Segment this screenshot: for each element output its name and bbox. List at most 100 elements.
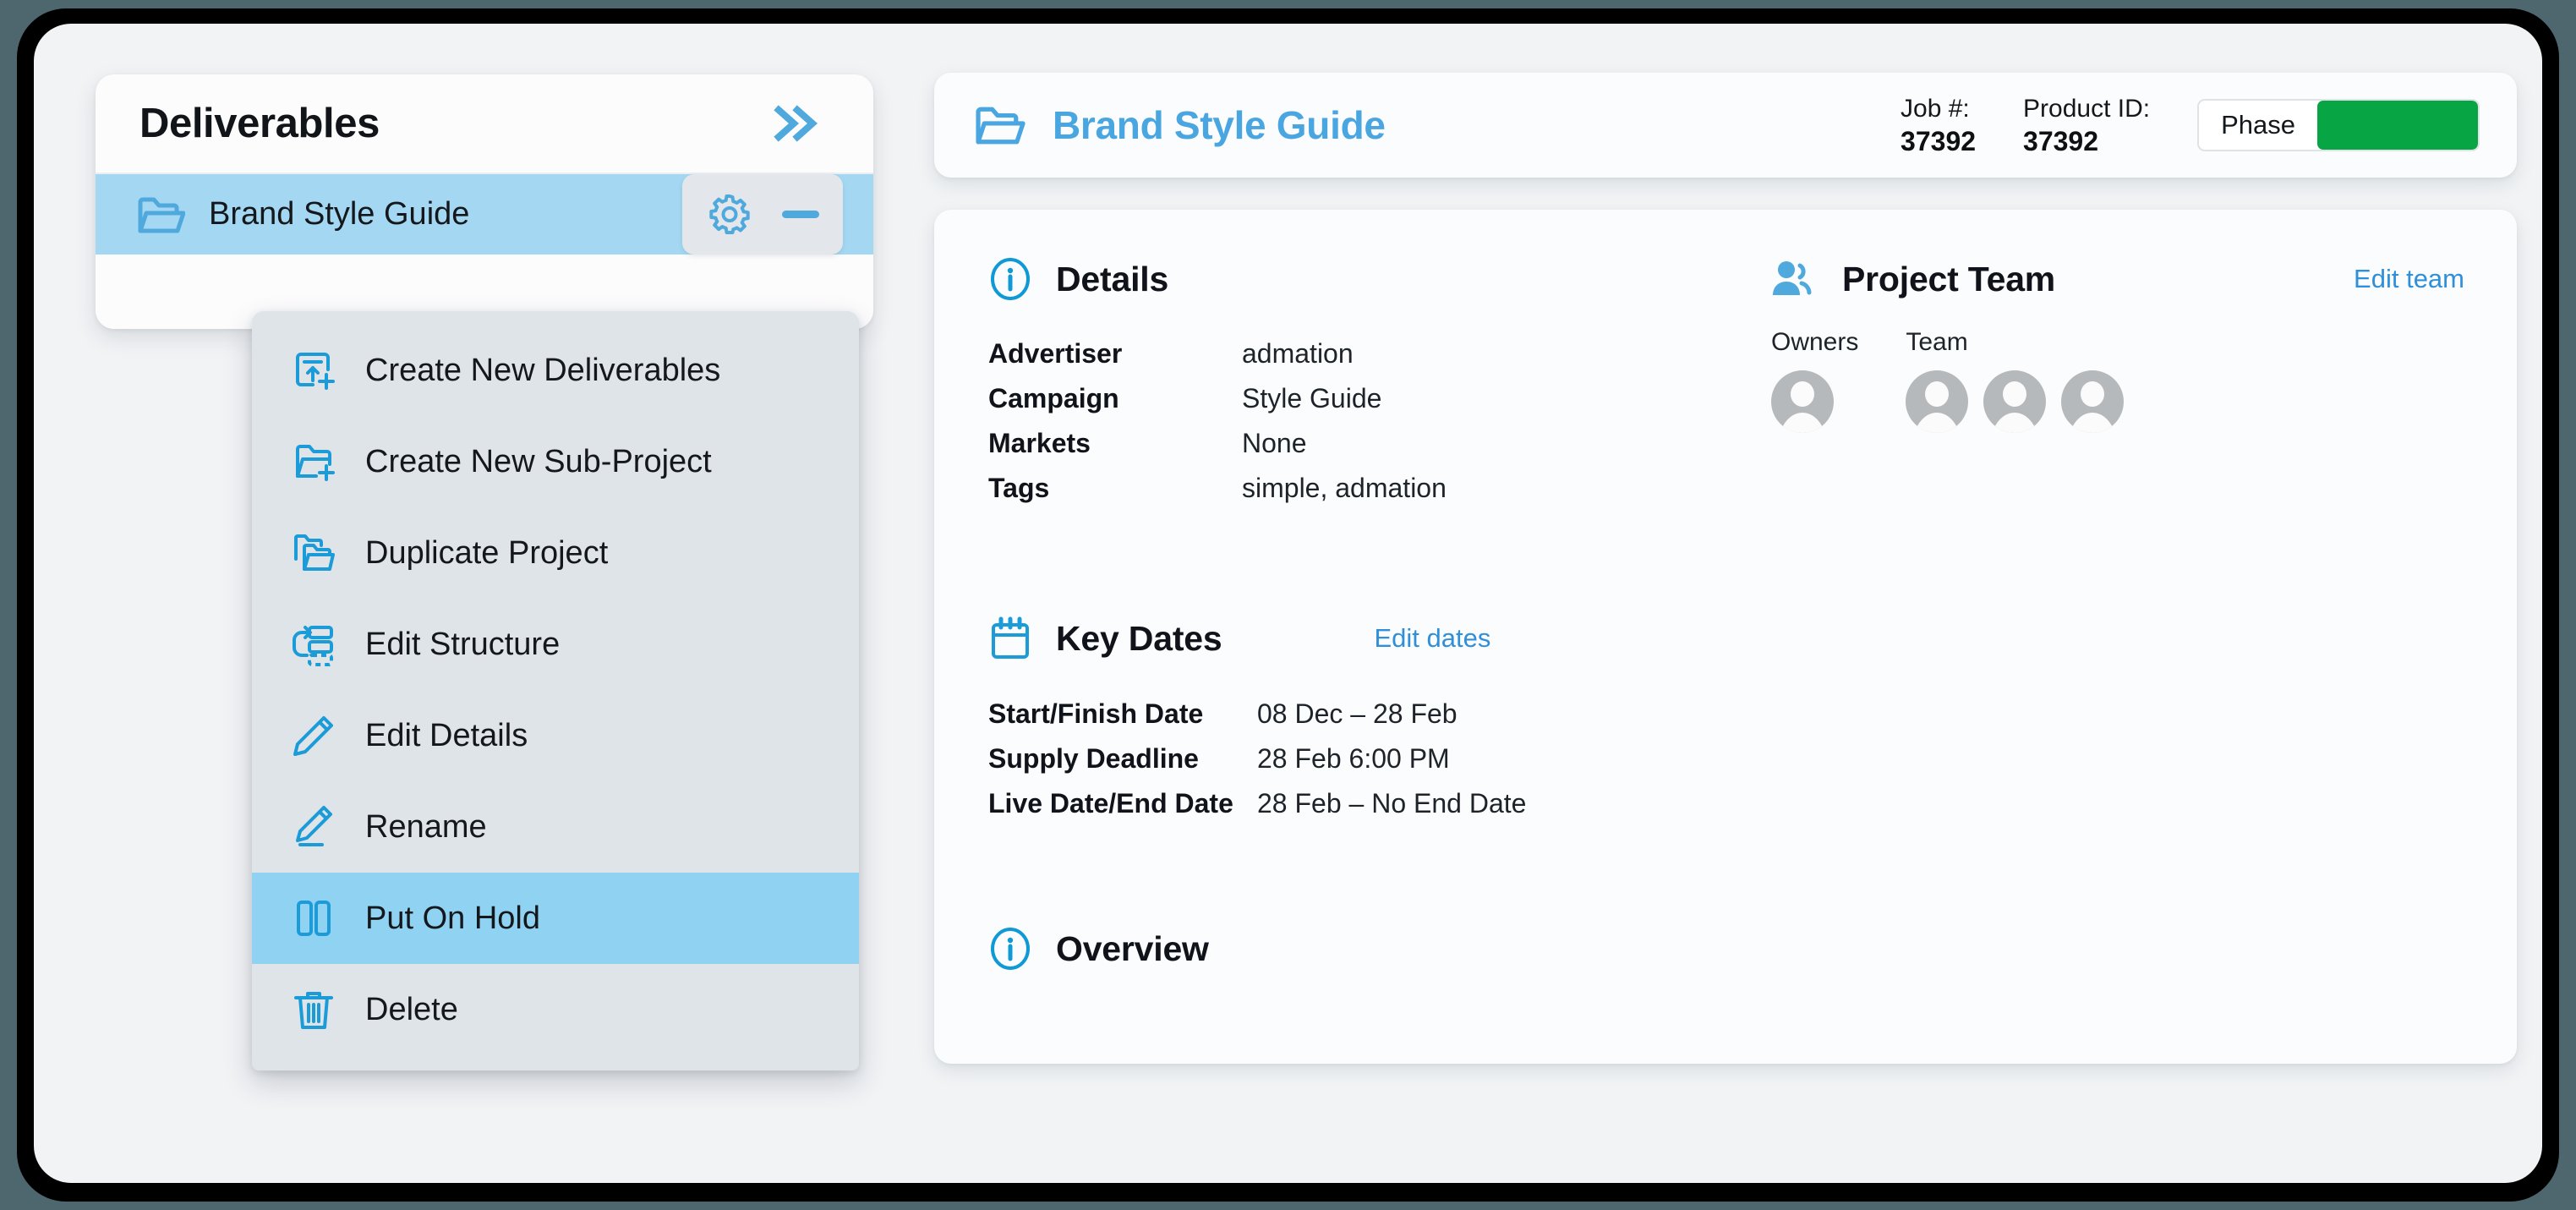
team-group: Team xyxy=(1906,328,2125,433)
page-title: Brand Style Guide xyxy=(1053,103,1386,147)
project-team-title: Project Team xyxy=(1842,259,2056,298)
details-table: Advertiser admation Campaign Style Guide… xyxy=(988,340,1732,501)
key-dates-section: Key Dates Edit dates Start/Finish Date 0… xyxy=(988,616,1749,835)
key-dates-title: Key Dates xyxy=(1056,618,1222,658)
edit-dates-link[interactable]: Edit dates xyxy=(1374,623,1490,654)
menu-item-label: Create New Sub-Project xyxy=(365,443,712,479)
key-dates-row: Live Date/End Date 28 Feb – No End Date xyxy=(988,790,1749,817)
avatar-groups: Owners Team xyxy=(1771,328,2464,433)
key-dates-row: Supply Deadline 28 Feb 6:00 PM xyxy=(988,745,1749,772)
pencil-icon xyxy=(291,713,343,758)
menu-item-label: Delete xyxy=(365,991,458,1027)
avatar[interactable] xyxy=(2061,370,2125,433)
folder-plus-icon xyxy=(291,439,343,485)
phase-label: Phase xyxy=(2221,110,2295,140)
key-dates-key: Start/Finish Date xyxy=(988,698,1204,729)
menu-item-label: Edit Structure xyxy=(365,626,561,662)
phase-status-badge[interactable]: Phase xyxy=(2197,99,2480,151)
menu-item-create-new-sub-project[interactable]: Create New Sub-Project xyxy=(252,416,859,507)
sidebar-item-brand-style-guide[interactable]: Brand Style Guide xyxy=(96,174,873,255)
details-key: Tags xyxy=(988,473,1050,503)
key-dates-key: Supply Deadline xyxy=(988,743,1199,774)
key-dates-row: Start/Finish Date 08 Dec – 28 Feb xyxy=(988,700,1749,727)
details-value: None xyxy=(1242,428,1307,458)
menu-item-delete[interactable]: Delete xyxy=(252,964,859,1055)
overview-section: Overview xyxy=(988,927,1732,971)
phase-progress-bar xyxy=(2317,101,2478,150)
open-folder-icon xyxy=(973,103,1025,147)
menu-item-rename[interactable]: Rename xyxy=(252,781,859,873)
menu-item-label: Edit Details xyxy=(365,717,528,753)
owners-avatars xyxy=(1771,370,1858,433)
team-avatars xyxy=(1906,370,2125,433)
product-id-label: Product ID: xyxy=(2023,94,2151,123)
owners-label: Owners xyxy=(1771,328,1859,356)
sidebar-item-actions xyxy=(682,174,843,255)
trash-icon xyxy=(291,987,343,1032)
details-row: Tags simple, admation xyxy=(988,474,1732,501)
menu-item-label: Put On Hold xyxy=(365,900,540,936)
upload-document-plus-icon xyxy=(291,348,343,393)
details-title: Details xyxy=(1056,259,1169,298)
details-key: Markets xyxy=(988,428,1091,458)
project-team-heading-left: Project Team xyxy=(1771,257,2055,301)
gear-icon[interactable] xyxy=(706,191,753,238)
open-folder-icon xyxy=(136,194,185,236)
job-number-block: Job #: 37392 xyxy=(1901,92,1976,159)
details-row: Advertiser admation xyxy=(988,340,1732,367)
info-circle-icon xyxy=(988,257,1032,301)
job-number-value: 37392 xyxy=(1901,126,1977,157)
people-icon xyxy=(1771,257,1819,301)
menu-item-edit-structure[interactable]: Edit Structure xyxy=(252,599,859,690)
team-label: Team xyxy=(1906,328,1968,356)
project-header-panel: Brand Style Guide Job #: 37392 Product I… xyxy=(934,73,2517,178)
avatar[interactable] xyxy=(1771,370,1834,433)
details-heading: Details xyxy=(988,257,1732,301)
details-section: Details Advertiser admation Campaign Sty… xyxy=(988,257,1732,519)
key-dates-table: Start/Finish Date 08 Dec – 28 Feb Supply… xyxy=(988,700,1749,817)
minus-icon[interactable] xyxy=(782,211,819,218)
details-row: Campaign Style Guide xyxy=(988,385,1732,412)
project-team-heading: Project Team Edit team xyxy=(1771,257,2464,301)
key-dates-heading: Key Dates Edit dates xyxy=(988,616,1749,661)
overview-heading: Overview xyxy=(988,927,1732,971)
menu-item-create-new-deliverables[interactable]: Create New Deliverables xyxy=(252,325,859,416)
details-value: admation xyxy=(1242,338,1354,369)
calendar-icon xyxy=(988,616,1032,661)
app-surface: Deliverables Brand Style Guide Create Ne… xyxy=(34,24,2542,1183)
menu-item-put-on-hold[interactable]: Put On Hold xyxy=(252,873,859,964)
job-number-label: Job #: xyxy=(1901,94,1970,123)
pause-icon xyxy=(291,895,343,941)
product-id-value: 37392 xyxy=(2023,126,2099,157)
project-header-meta: Job #: 37392 Product ID: 37392 Phase xyxy=(1901,92,2480,159)
copy-folders-icon xyxy=(291,530,343,576)
sidebar-title: Deliverables xyxy=(139,101,380,146)
menu-item-label: Duplicate Project xyxy=(365,534,609,571)
double-chevron-right-icon[interactable] xyxy=(772,103,821,144)
details-value: Style Guide xyxy=(1242,383,1382,413)
menu-item-label: Create New Deliverables xyxy=(365,352,721,388)
details-row: Markets None xyxy=(988,430,1732,457)
project-header-left: Brand Style Guide xyxy=(973,102,1386,148)
key-dates-value: 08 Dec – 28 Feb xyxy=(1257,698,1458,729)
overview-title: Overview xyxy=(1056,928,1209,968)
pencil-underline-icon xyxy=(291,804,343,850)
menu-item-label: Rename xyxy=(365,808,487,845)
key-dates-key: Live Date/End Date xyxy=(988,788,1233,819)
edit-structure-icon xyxy=(291,621,343,667)
owners-group: Owners xyxy=(1771,328,1858,433)
menu-item-duplicate-project[interactable]: Duplicate Project xyxy=(252,507,859,599)
details-value: simple, admation xyxy=(1242,473,1447,503)
info-circle-icon xyxy=(988,927,1032,971)
avatar[interactable] xyxy=(1906,370,1969,433)
project-team-section: Project Team Edit team Owners Team xyxy=(1771,257,2464,433)
menu-item-edit-details[interactable]: Edit Details xyxy=(252,690,859,781)
project-details-panel: Details Advertiser admation Campaign Sty… xyxy=(934,210,2517,1064)
main-content: Brand Style Guide Job #: 37392 Product I… xyxy=(934,73,2517,1064)
edit-team-link[interactable]: Edit team xyxy=(2354,264,2464,294)
details-key: Campaign xyxy=(988,383,1119,413)
sidebar-header: Deliverables xyxy=(96,74,873,174)
details-key: Advertiser xyxy=(988,338,1123,369)
project-context-menu: Create New Deliverables Create New Sub-P… xyxy=(252,311,859,1070)
avatar[interactable] xyxy=(1983,370,2047,433)
